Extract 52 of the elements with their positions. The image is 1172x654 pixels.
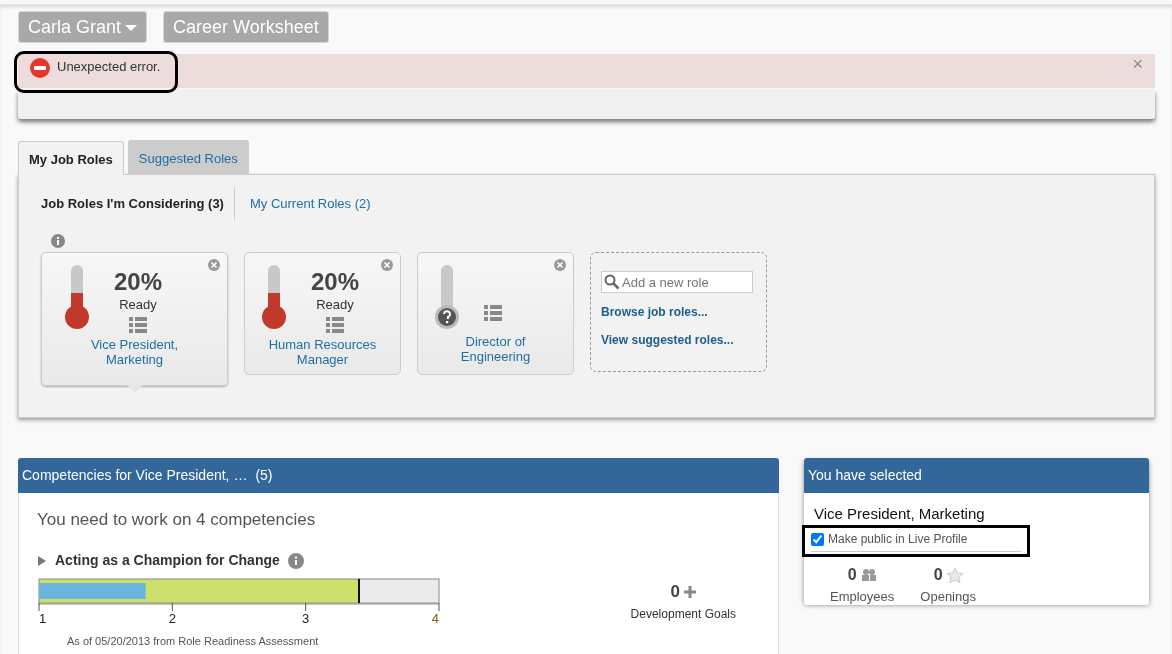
search-field[interactable]: Add a new role [601,271,753,293]
axis-label: 3 [302,611,310,626]
goals-count: 0 [670,581,681,603]
remove-icon[interactable] [554,259,566,271]
star-icon [946,567,963,583]
close-button[interactable]: × [1132,57,1143,71]
competency-count: (5) [255,465,273,485]
summary-text: You need to work on 4 competencies [37,508,317,531]
role-card[interactable]: 20% Ready Human Resources Manager [244,252,401,375]
panel-header: You have selected [804,457,1149,493]
add-icon[interactable] [684,585,697,598]
readiness-status: Ready [316,296,354,314]
axis-label: 4 [431,611,439,626]
error-icon [29,57,51,79]
role-name[interactable]: Director of Engineering [439,334,552,364]
stat-label: Employees [830,588,895,606]
list-icon[interactable] [129,316,147,333]
remove-icon[interactable] [381,259,393,271]
readiness-percent: 20% [114,269,163,295]
role-card[interactable]: Director of Engineering [417,252,574,375]
people-icon [860,569,877,581]
stat-value: 0 [847,565,857,585]
panel-title: Competencies for Vice President, … [22,465,248,485]
target-marker [358,579,360,603]
tab[interactable]: My Job Roles [18,141,124,175]
info-icon [287,552,304,569]
stat-value: 0 [933,565,943,585]
selected-role: Vice President, Marketing [814,503,986,524]
checkbox-label[interactable]: Make public in Live Profile [828,530,968,548]
list-icon[interactable] [326,316,344,333]
axis-label: 1 [39,611,47,626]
caret-icon [125,25,138,32]
info-icon [51,234,65,248]
axis-label: 2 [168,611,176,626]
subtab[interactable]: Job Roles I'm Considering (3) [41,186,235,220]
readiness-percent: 20% [311,269,360,295]
list-icon[interactable] [484,305,502,321]
role-name[interactable]: Human Resources Manager [266,336,379,367]
subtab[interactable]: My Current Roles (2) [249,186,371,220]
source-note: As of 05/20/2013 from Role Readiness Assessment [67,634,320,649]
checkbox[interactable] [811,532,824,546]
remove-icon[interactable] [208,259,220,271]
tab[interactable]: Suggested Roles [127,140,249,174]
link[interactable]: View suggested roles... [601,331,756,349]
readiness-status: Ready [119,296,157,314]
role-name[interactable]: Vice President, Marketing [78,336,191,367]
goals-label: Development Goals [630,605,736,623]
expand-icon[interactable] [37,555,47,566]
link[interactable]: Browse job roles... [601,303,756,321]
competency-name: Acting as a Champion for Change [55,551,280,570]
error-message: Unexpected error. [57,58,161,76]
stat-label: Openings [920,588,976,606]
